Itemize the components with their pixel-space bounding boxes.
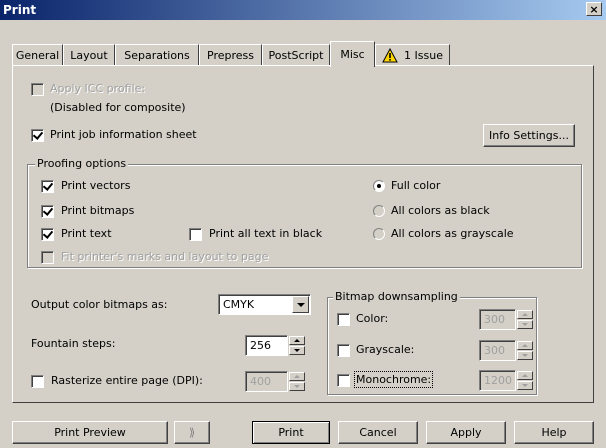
rasterize-label: Rasterize entire page (DPI): bbox=[51, 374, 203, 387]
apply-icc-label: Apply ICC profile: bbox=[50, 82, 146, 95]
icc-note: (Disabled for composite) bbox=[50, 101, 186, 114]
downsample-color-input[interactable]: 300 bbox=[479, 309, 516, 330]
print-text-label: Print text bbox=[61, 227, 112, 240]
downsample-color-spinner[interactable] bbox=[517, 310, 533, 329]
downsample-grayscale-input[interactable]: 300 bbox=[479, 340, 516, 361]
output-color-label: Output color bitmaps as: bbox=[31, 298, 168, 311]
print-text-black-label: Print all text in black bbox=[209, 227, 323, 240]
downsample-monochrome-spinner[interactable] bbox=[517, 371, 533, 390]
fountain-steps-spinner[interactable] bbox=[289, 336, 305, 355]
downsample-monochrome-label: Monochrome: bbox=[353, 371, 434, 388]
proofing-options-title: Proofing options bbox=[35, 157, 129, 170]
spin-up-icon[interactable] bbox=[289, 372, 305, 381]
spin-down-icon[interactable] bbox=[517, 351, 533, 360]
full-color-label: Full color bbox=[391, 179, 441, 192]
misc-panel: Apply ICC profile: (Disabled for composi… bbox=[12, 65, 594, 403]
all-black-radio[interactable] bbox=[373, 205, 385, 217]
fountain-steps-input[interactable]: 256 bbox=[245, 335, 288, 356]
print-job-info-label: Print job information sheet bbox=[50, 128, 197, 141]
spin-up-icon[interactable] bbox=[289, 336, 305, 345]
spin-down-icon[interactable] bbox=[289, 346, 305, 355]
tab-label: Prepress bbox=[207, 48, 254, 62]
all-grayscale-label: All colors as grayscale bbox=[391, 227, 514, 240]
button-label: Print bbox=[278, 426, 304, 439]
print-vectors-label: Print vectors bbox=[61, 179, 131, 192]
tab-postscript[interactable]: PostScript bbox=[262, 44, 330, 65]
spin-down-icon[interactable] bbox=[289, 382, 305, 391]
fit-marks-checkbox[interactable] bbox=[41, 251, 54, 264]
spin-down-icon[interactable] bbox=[517, 320, 533, 329]
fountain-steps-label: Fountain steps: bbox=[31, 337, 116, 350]
tab-label: Misc bbox=[340, 48, 365, 61]
help-button[interactable]: Help bbox=[514, 421, 594, 444]
info-settings-button[interactable]: Info Settings... bbox=[483, 124, 575, 147]
downsample-color-label: Color: bbox=[356, 312, 389, 325]
fountain-steps-value: 256 bbox=[250, 339, 271, 352]
button-label: Apply bbox=[450, 426, 482, 439]
tab-label: 1 Issue bbox=[404, 48, 443, 62]
all-black-label: All colors as black bbox=[391, 204, 490, 217]
downsample-monochrome-checkbox[interactable] bbox=[337, 374, 350, 387]
rasterize-dpi-spinner[interactable] bbox=[289, 372, 305, 391]
button-label: Help bbox=[541, 426, 567, 439]
window-title: Print bbox=[3, 3, 37, 17]
print-vectors-checkbox[interactable] bbox=[41, 180, 54, 193]
downsample-color-checkbox[interactable] bbox=[337, 313, 350, 326]
print-button[interactable]: Print bbox=[252, 421, 330, 444]
button-label: Info Settings... bbox=[489, 129, 569, 142]
print-job-info-checkbox[interactable] bbox=[31, 129, 44, 142]
tab-prepress[interactable]: Prepress bbox=[199, 44, 262, 65]
tab-layout[interactable]: Layout bbox=[63, 44, 115, 65]
tab-label: PostScript bbox=[268, 48, 324, 62]
spin-up-icon[interactable] bbox=[517, 310, 533, 319]
tab-general[interactable]: General bbox=[12, 44, 63, 65]
cancel-button[interactable]: Cancel bbox=[338, 421, 418, 444]
downsample-grayscale-label: Grayscale: bbox=[356, 343, 415, 356]
tab-separations[interactable]: Separations bbox=[115, 44, 199, 65]
print-preview-button[interactable]: Print Preview bbox=[12, 421, 168, 444]
close-button[interactable]: × bbox=[586, 2, 602, 16]
spin-down-icon[interactable] bbox=[517, 381, 533, 390]
full-color-radio[interactable] bbox=[373, 180, 385, 192]
downsample-grayscale-spinner[interactable] bbox=[517, 341, 533, 360]
chevron-down-icon[interactable] bbox=[292, 296, 309, 313]
all-grayscale-radio[interactable] bbox=[373, 228, 385, 240]
tab-misc[interactable]: Misc bbox=[330, 41, 375, 67]
double-chevron-right-icon: ⟫ bbox=[188, 426, 196, 439]
fit-marks-label: Fit printer's marks and layout to page bbox=[61, 250, 269, 263]
spin-up-icon[interactable] bbox=[517, 371, 533, 380]
downsample-monochrome-input[interactable]: 1200 bbox=[479, 370, 516, 391]
downsample-monochrome-value: 1200 bbox=[484, 374, 512, 387]
tab-label: Layout bbox=[70, 48, 108, 62]
bitmap-downsampling-title: Bitmap downsampling bbox=[333, 290, 460, 303]
rasterize-dpi-input[interactable]: 400 bbox=[245, 371, 288, 392]
downsample-color-value: 300 bbox=[484, 313, 505, 326]
tab-label: General bbox=[15, 48, 60, 62]
print-text-checkbox[interactable] bbox=[41, 228, 54, 241]
button-label: Cancel bbox=[359, 426, 397, 439]
output-color-value: CMYK bbox=[223, 298, 255, 311]
downsample-grayscale-checkbox[interactable] bbox=[337, 344, 350, 357]
rasterize-dpi-value: 400 bbox=[250, 375, 271, 388]
close-icon: × bbox=[589, 2, 599, 16]
warning-icon bbox=[382, 47, 398, 62]
apply-button[interactable]: Apply bbox=[426, 421, 506, 444]
tab-label: Separations bbox=[124, 48, 190, 62]
rasterize-checkbox[interactable] bbox=[31, 375, 44, 388]
button-label: Print Preview bbox=[54, 426, 126, 439]
spin-up-icon[interactable] bbox=[517, 341, 533, 350]
tab-issues[interactable]: 1 Issue bbox=[375, 44, 450, 65]
print-bitmaps-checkbox[interactable] bbox=[41, 205, 54, 218]
print-text-black-checkbox[interactable] bbox=[189, 228, 202, 241]
print-bitmaps-label: Print bitmaps bbox=[61, 204, 135, 217]
downsample-grayscale-value: 300 bbox=[484, 344, 505, 357]
title-bar: Print × bbox=[0, 0, 606, 20]
apply-icc-checkbox[interactable] bbox=[31, 83, 44, 96]
preview-toggle-button[interactable]: ⟫ bbox=[174, 421, 210, 444]
